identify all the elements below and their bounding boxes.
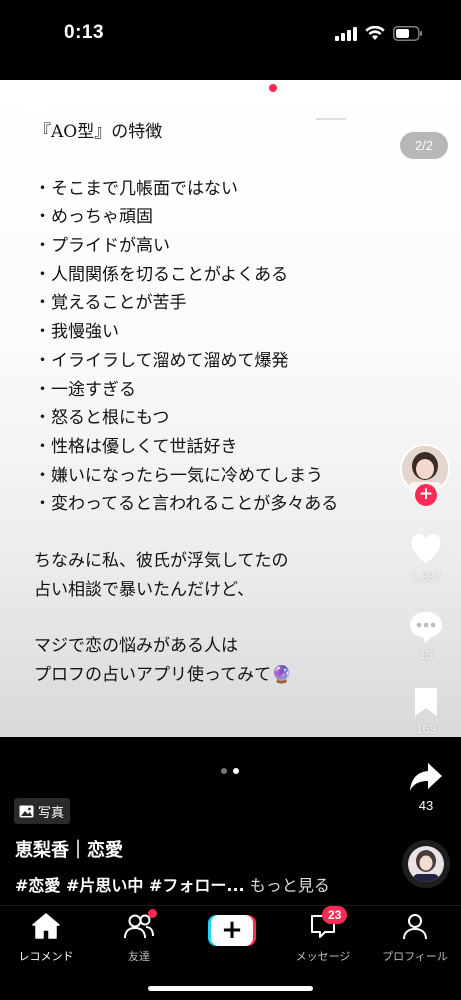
carousel-dots [221,768,239,774]
trait-line: ・変わってると言われることが多々ある [34,494,339,515]
top-nav: LIVE 愛知県 フォロー中 おすすめ [0,80,461,120]
trait-line: ・怒ると根にもつ [34,408,170,429]
nav-profile-label: プロフィール [382,950,448,963]
carousel-dot-active [233,768,239,774]
memo-paragraph-line: プロフの占いアプリ使ってみて🔮 [34,665,293,685]
status-icons [335,26,423,41]
trait-line: ・覚えることが苦手 [34,293,187,314]
trait-line: ・めっちゃ頑固 [34,207,153,228]
status-time: 0:13 [64,22,105,43]
like-button[interactable]: 1,337 [396,532,456,584]
music-disc-cover [408,846,444,882]
following-notification-dot [269,84,277,92]
share-count: 43 [418,798,434,813]
trait-line: ・一途すぎる [34,379,136,400]
trait-line: ・プライドが高い [34,236,170,257]
trait-line: ・そこまで几帳面ではない [34,178,238,199]
comment-icon [410,612,442,643]
trait-line: ・性格は優しくて世話好き [34,436,238,457]
comment-button[interactable]: 15 [396,610,456,662]
nav-home-label: レコメンド [18,950,74,963]
home-indicator[interactable] [148,986,313,991]
see-more-link[interactable]: もっと見る [250,876,330,895]
trait-line: ・イライラして溜めて溜めて爆発 [34,350,289,371]
tab-local[interactable]: 愛知県 [93,86,144,111]
photo-badge: 写真 [14,798,71,824]
memo-text: 『AO型』の特徴 ・そこまで几帳面ではない ・めっちゃ頑固 ・プライドが高い ・… [34,118,404,690]
caption[interactable]: #恋愛 #片思い中 #フォロー... もっと見る [15,872,330,896]
author-name[interactable]: 恵梨香｜恋愛 [15,836,123,862]
nav-friends[interactable]: 友達 [93,912,185,964]
post-photo[interactable]: LIVE 愛知県 フォロー中 おすすめ 2/2 『AO型』の特徴 ・そこまで几帳… [0,80,461,737]
carousel-dot [221,768,227,774]
live-tv-icon[interactable]: LIVE [20,86,46,112]
search-icon[interactable] [415,84,443,112]
music-disc[interactable] [402,840,450,888]
tab-following[interactable]: フォロー中 [175,86,260,111]
create-button[interactable]: + [208,915,256,946]
image-icon [19,805,34,817]
share-button[interactable]: 43 [396,760,456,813]
home-icon [32,913,60,939]
nav-home[interactable]: レコメンド [0,912,92,964]
bookmark-icon [415,688,437,716]
memo-paragraph-line: ちなみに私、彼氏が浮気してたの [34,550,289,571]
save-count: 169 [415,722,437,736]
caption-hashtags[interactable]: #恋愛 #片思い中 #フォロー... [15,876,245,895]
nav-profile[interactable]: プロフィール [369,912,461,964]
follow-button[interactable]: + [415,484,437,506]
wifi-icon [365,26,385,40]
profile-icon [403,914,427,940]
message-count-badge: 23 [322,906,348,924]
svg-text:LIVE: LIVE [23,98,43,108]
battery-icon [393,26,422,41]
memo-paragraph-line: 占い相談で暴いたんだけど、 [34,579,255,600]
nav-inbox-label: メッセージ [295,950,351,963]
photo-badge-label: 写真 [38,805,65,821]
photo-page-indicator: 2/2 [400,132,448,159]
save-button[interactable]: 169 [396,686,456,736]
trait-line: ・人間関係を切ることがよくある [34,264,289,285]
cellular-signal-icon [335,26,357,41]
creator-avatar[interactable]: + [400,444,452,506]
plus-icon: + [211,915,253,946]
trait-line: ・嫌いになったら一気に冷めてしまう [34,465,323,486]
share-arrow-icon [410,763,442,791]
trait-line: ・我慢強い [34,322,119,343]
status-bar: 0:13 [0,0,461,80]
like-count: 1,337 [410,570,442,584]
tab-for-you[interactable]: おすすめ [293,86,361,111]
memo-title: 『AO型』の特徴 [34,122,163,142]
friends-notification-dot [148,909,157,918]
memo-paragraph-line: マジで恋の悩みがある人は [34,636,238,657]
comment-count: 15 [419,648,433,662]
nav-friends-label: 友達 [128,950,150,963]
heart-icon [410,532,442,565]
